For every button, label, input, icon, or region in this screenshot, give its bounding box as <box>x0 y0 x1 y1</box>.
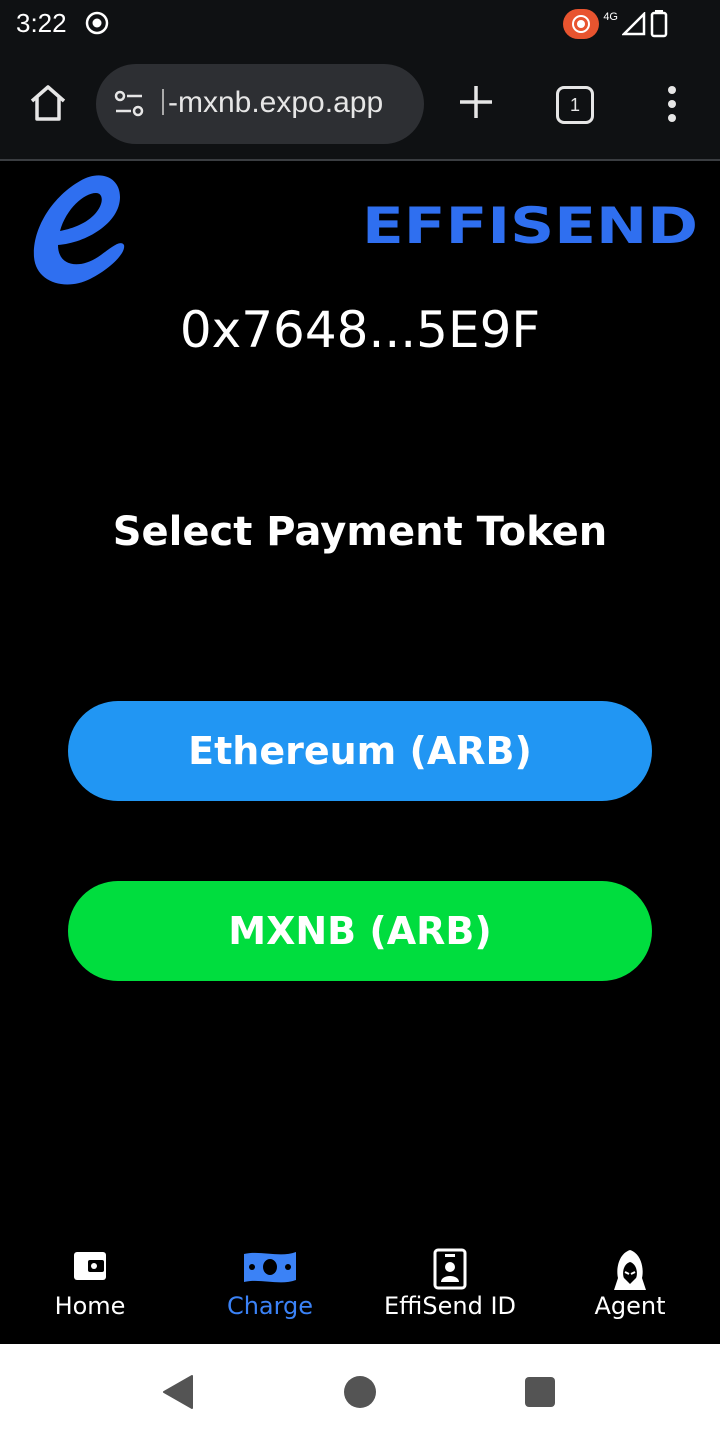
tab-label: EffiSend ID <box>384 1292 516 1320</box>
battery-icon <box>650 10 668 38</box>
screen-record-icon <box>563 9 600 39</box>
browser-home-icon[interactable] <box>28 83 68 123</box>
recents-icon[interactable] <box>525 1377 555 1407</box>
page-title: Select Payment Token <box>112 509 608 555</box>
brand-wordmark: EFFISEND <box>362 199 698 255</box>
mxnb-arb-button[interactable]: MXNB (ARB) <box>68 881 652 981</box>
wallet-address: 0x7648...5E9F <box>179 301 541 359</box>
more-options-icon[interactable] <box>660 84 684 124</box>
tab-effisend-id[interactable]: EffiSend ID <box>360 1240 540 1344</box>
site-settings-icon[interactable] <box>114 90 144 118</box>
tab-label: Home <box>54 1292 126 1320</box>
id-badge-icon <box>433 1248 467 1290</box>
signal-icon <box>622 12 646 36</box>
ethereum-arb-button[interactable]: Ethereum (ARB) <box>68 701 652 801</box>
tab-charge[interactable]: Charge <box>180 1240 360 1344</box>
back-icon[interactable] <box>160 1374 196 1410</box>
address-bar[interactable]: -mxnb.expo.app <box>96 64 424 144</box>
location-broadcast-icon <box>85 11 109 35</box>
new-tab-icon[interactable] <box>456 82 496 122</box>
status-indicators: 4G <box>563 8 668 40</box>
tab-label: Agent <box>594 1292 666 1320</box>
effisend-logo-icon <box>33 175 125 285</box>
svg-text:EFFISEND: EFFISEND <box>362 199 698 255</box>
wallet-icon <box>74 1252 106 1280</box>
tab-agent[interactable]: Agent <box>540 1240 720 1344</box>
home-nav-icon[interactable] <box>344 1376 376 1408</box>
status-time: 3:22 <box>16 8 67 38</box>
app-content: EFFISEND 0x7648...5E9F Select Payment To… <box>0 163 720 1344</box>
system-nav-bar <box>0 1344 720 1440</box>
url-text[interactable]: -mxnb.expo.app <box>162 86 383 120</box>
hooded-agent-icon <box>614 1250 646 1290</box>
bottom-tab-bar: Home Charge EffiSend ID Agent <box>0 1240 720 1344</box>
tab-switcher-button[interactable]: 1 <box>556 86 594 124</box>
status-bar: 3:22 4G <box>0 0 720 50</box>
network-type: 4G <box>603 11 618 23</box>
banknote-icon <box>244 1252 296 1283</box>
tab-label: Charge <box>226 1292 314 1320</box>
browser-toolbar: -mxnb.expo.app 1 <box>0 50 720 161</box>
tab-home[interactable]: Home <box>0 1240 180 1344</box>
